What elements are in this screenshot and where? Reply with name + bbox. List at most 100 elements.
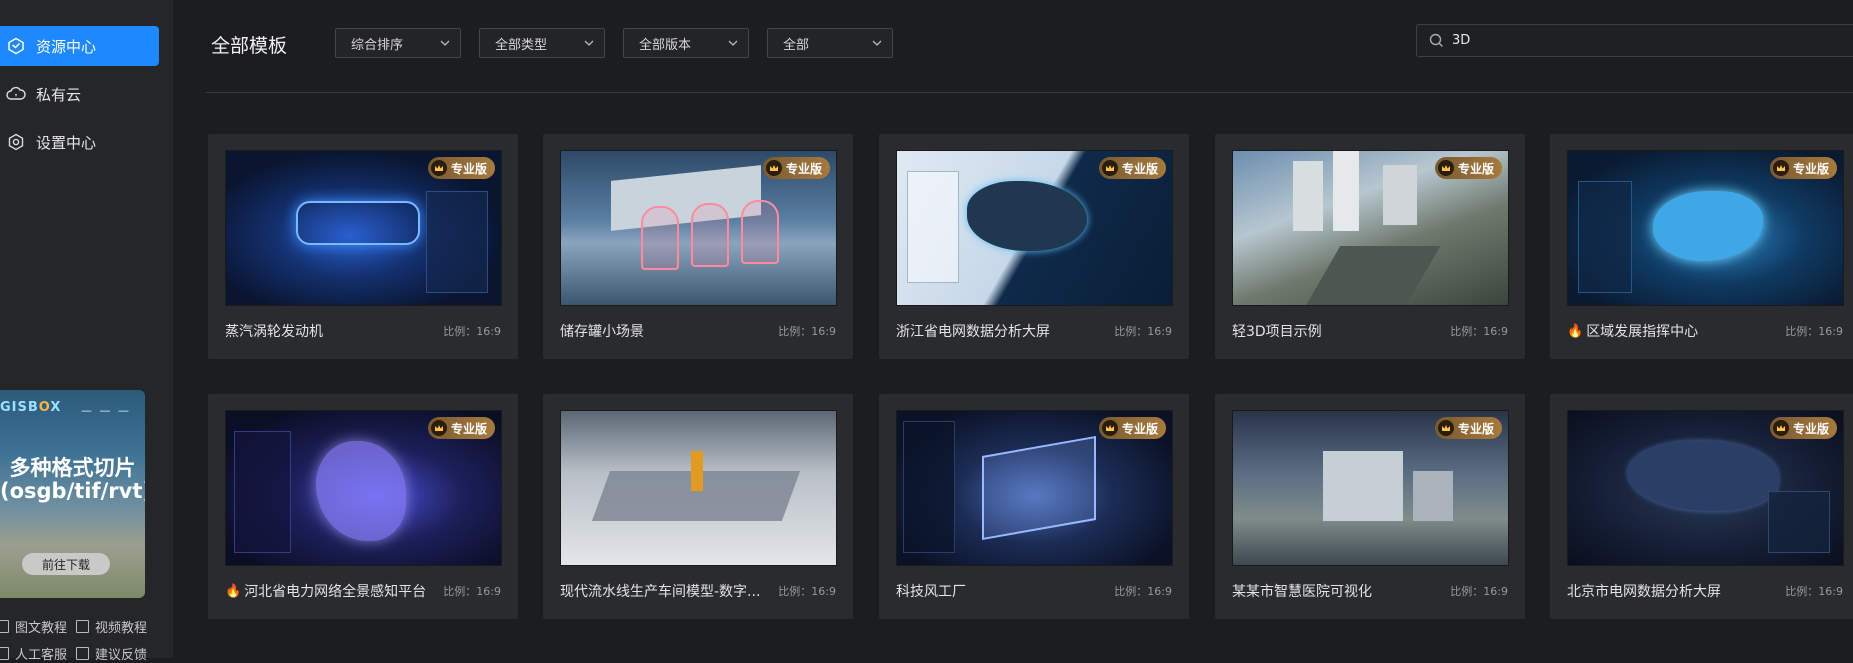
template-name: 北京市电网数据分析大屏 xyxy=(1567,584,1721,600)
search-value: 3D xyxy=(1452,33,1471,48)
thumb-panel xyxy=(1578,181,1632,293)
cloud-icon xyxy=(6,84,26,104)
link-video-tutorial[interactable]: 视频教程 xyxy=(76,617,147,636)
feedback-icon xyxy=(76,647,89,660)
thumb-map xyxy=(316,441,406,541)
template-thumbnail: 专业版 xyxy=(896,150,1173,306)
pro-badge: 专业版 xyxy=(1434,417,1502,439)
template-card[interactable]: 现代流水线生产车间模型-数字... 比例：16:9 xyxy=(543,394,853,619)
template-name: 科技风工厂 xyxy=(896,584,966,600)
thumb-map xyxy=(1653,191,1763,261)
template-name: 🔥 河北省电力网络全景感知平台 xyxy=(225,583,427,601)
thumb-tower xyxy=(1383,165,1417,225)
type-select[interactable]: 全部类型 xyxy=(479,28,605,58)
thumb-robot-arm xyxy=(691,451,703,491)
pro-badge: 专业版 xyxy=(427,417,495,439)
template-ratio: 比例：16:9 xyxy=(443,585,501,598)
document-icon xyxy=(0,620,9,633)
chevron-down-icon xyxy=(727,37,739,53)
thumb-building xyxy=(611,165,761,231)
crown-icon xyxy=(765,160,782,176)
template-name: 蒸汽涡轮发动机 xyxy=(225,324,323,340)
template-card[interactable]: 专业版 🔥 区域发展指挥中心 比例：16:9 xyxy=(1550,134,1853,359)
thumb-building xyxy=(1323,451,1403,521)
sort-select[interactable]: 综合排序 xyxy=(335,28,461,58)
thumb-tank xyxy=(691,203,729,267)
crown-icon xyxy=(430,420,447,436)
template-thumbnail: 专业版 xyxy=(225,410,502,566)
template-name: 某某市智慧医院可视化 xyxy=(1232,584,1372,600)
link-feedback[interactable]: 建议反馈 xyxy=(76,644,147,663)
sidebar-item-label: 私有云 xyxy=(36,85,82,104)
template-ratio: 比例：16:9 xyxy=(1114,325,1172,338)
thumb-tank xyxy=(741,200,779,264)
template-ratio: 比例：16:9 xyxy=(1450,585,1508,598)
page-title: 全部模板 xyxy=(211,35,288,57)
pro-badge: 专业版 xyxy=(427,157,495,179)
thumb-road xyxy=(1305,246,1441,305)
template-thumbnail: 专业版 xyxy=(1232,150,1509,306)
pro-badge: 专业版 xyxy=(762,157,830,179)
sidebar-item-label: 设置中心 xyxy=(36,133,97,152)
promo-dash-decoration: — — — xyxy=(81,404,131,417)
chevron-down-icon xyxy=(439,37,451,53)
fire-icon: 🔥 xyxy=(225,583,242,599)
crown-icon xyxy=(1101,160,1118,176)
promo-title: 多种格式切片 xyxy=(9,456,136,480)
template-card[interactable]: 专业版 蒸汽涡轮发动机 比例：16:9 xyxy=(208,134,518,359)
template-ratio: 比例：16:9 xyxy=(1785,325,1843,338)
video-icon xyxy=(76,620,89,633)
template-card[interactable]: 专业版 某某市智慧医院可视化 比例：16:9 xyxy=(1215,394,1525,619)
header-divider xyxy=(206,92,1853,93)
thumb-panel xyxy=(907,171,959,283)
thumb-building xyxy=(1413,471,1453,521)
crown-icon xyxy=(430,160,447,176)
thumb-map xyxy=(967,181,1087,251)
template-ratio: 比例：16:9 xyxy=(1785,585,1843,598)
template-card[interactable]: 专业版 北京市电网数据分析大屏 比例：16:9 xyxy=(1550,394,1853,619)
template-card[interactable]: 专业版 储存罐小场景 比例：16:9 xyxy=(543,134,853,359)
scope-select[interactable]: 全部 xyxy=(767,28,893,58)
turbine-shape xyxy=(296,201,420,245)
pro-badge: 专业版 xyxy=(1434,157,1502,179)
gear-icon xyxy=(6,132,26,152)
template-ratio: 比例：16:9 xyxy=(778,325,836,338)
template-name: 浙江省电网数据分析大屏 xyxy=(896,324,1050,340)
sidebar-item-resource-center[interactable]: 资源中心 xyxy=(0,26,159,66)
template-ratio: 比例：16:9 xyxy=(778,585,836,598)
pro-badge: 专业版 xyxy=(1098,157,1166,179)
template-ratio: 比例：16:9 xyxy=(1114,585,1172,598)
search-input[interactable]: 3D xyxy=(1416,24,1853,57)
sidebar: 资源中心 私有云 设置中心 GISBOX — — — 多种格式切片 (osgb/… xyxy=(0,0,173,663)
link-customer-service[interactable]: 人工客服 xyxy=(0,644,67,663)
chevron-down-icon xyxy=(583,37,595,53)
version-select[interactable]: 全部版本 xyxy=(623,28,749,58)
pro-badge: 专业版 xyxy=(1769,157,1837,179)
template-thumbnail: 专业版 xyxy=(560,150,837,306)
thumb-panel xyxy=(1768,491,1830,553)
link-doc-tutorial[interactable]: 图文教程 xyxy=(0,617,67,636)
pro-badge: 专业版 xyxy=(1098,417,1166,439)
template-thumbnail: 专业版 xyxy=(896,410,1173,566)
template-thumbnail: 专业版 xyxy=(1567,410,1844,566)
sidebar-item-private-cloud[interactable]: 私有云 xyxy=(0,74,159,114)
template-card[interactable]: 专业版 浙江省电网数据分析大屏 比例：16:9 xyxy=(879,134,1189,359)
thumb-panel xyxy=(903,421,955,553)
promo-subtitle: (osgb/tif/rvt) xyxy=(0,479,145,503)
sidebar-item-settings[interactable]: 设置中心 xyxy=(0,122,159,162)
cube-icon xyxy=(6,36,26,56)
template-card[interactable]: 专业版 轻3D项目示例 比例：16:9 xyxy=(1215,134,1525,359)
template-name: 储存罐小场景 xyxy=(560,324,644,340)
template-card[interactable]: 专业版 🔥 河北省电力网络全景感知平台 比例：16:9 xyxy=(208,394,518,619)
template-name: 🔥 区域发展指挥中心 xyxy=(1567,323,1699,341)
thumb-building xyxy=(982,435,1096,541)
promo-download-button[interactable]: 前往下载 xyxy=(22,553,110,575)
search-icon xyxy=(1429,33,1444,48)
crown-icon xyxy=(1437,420,1454,436)
crown-icon xyxy=(1437,160,1454,176)
template-thumbnail xyxy=(560,410,837,566)
template-card[interactable]: 专业版 科技风工厂 比例：16:9 xyxy=(879,394,1189,619)
promo-logo: GISBOX xyxy=(0,400,62,415)
template-ratio: 比例：16:9 xyxy=(443,325,501,338)
chevron-down-icon xyxy=(871,37,883,53)
